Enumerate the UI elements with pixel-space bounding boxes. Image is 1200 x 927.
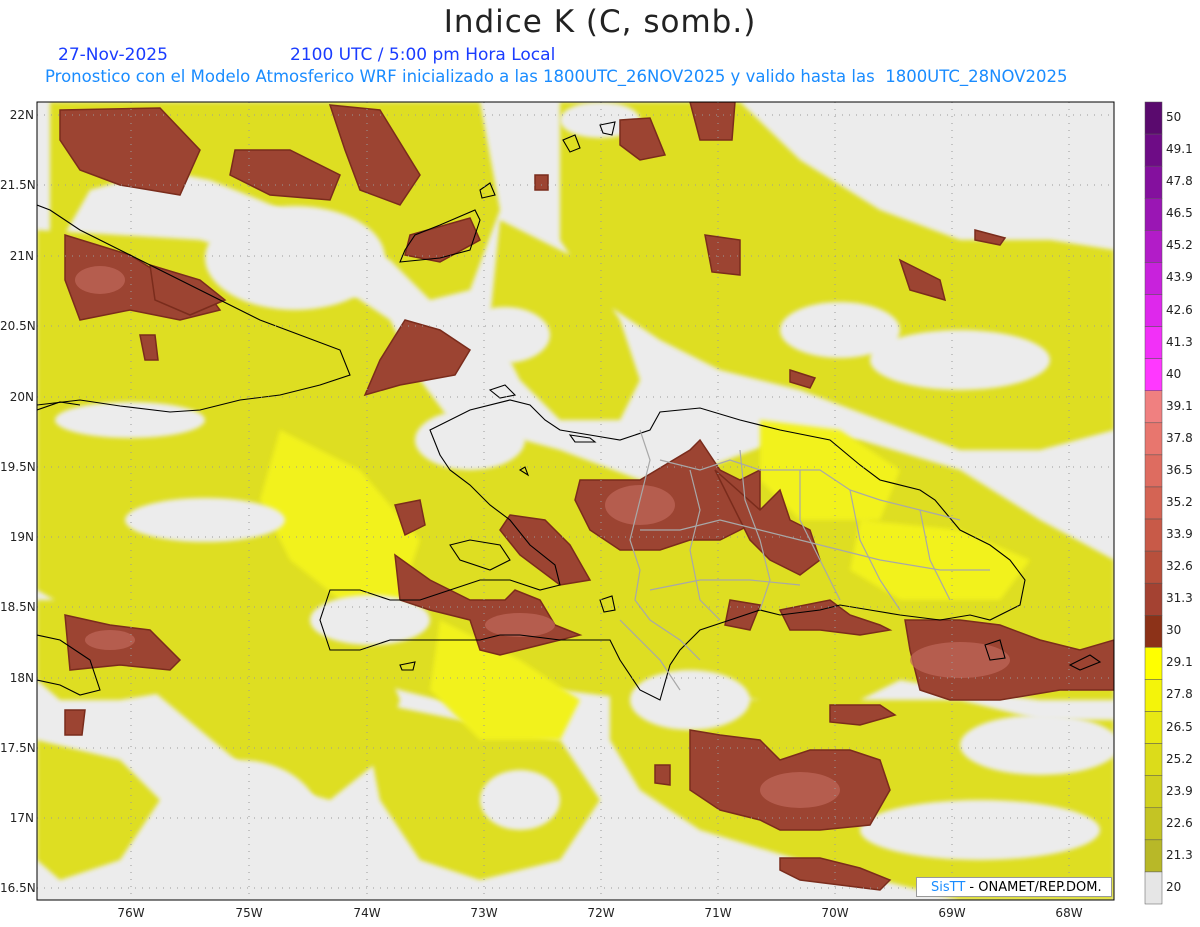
colorbar-label: 23.9 — [1166, 783, 1193, 798]
colorbar-label: 33.9 — [1166, 527, 1193, 542]
colorbar-swatch — [1144, 775, 1163, 809]
colorbar-swatch — [1144, 133, 1163, 167]
lat-label: 19.5N — [0, 460, 36, 474]
colorbar-swatch — [1144, 422, 1163, 456]
colorbar-swatch — [1144, 390, 1163, 424]
colorbar-label: 29.1 — [1166, 655, 1193, 670]
colorbar-swatch — [1144, 294, 1163, 327]
colorbar-swatch — [1144, 807, 1163, 841]
colorbar-swatch — [1144, 101, 1163, 135]
colorbar-label: 35.2 — [1166, 495, 1193, 509]
colorbar-swatch — [1144, 550, 1163, 584]
colorbar-label: 25.2 — [1166, 751, 1193, 766]
lon-label: 68W — [1055, 906, 1083, 920]
lon-label: 70W — [821, 906, 849, 920]
lat-label: 20N — [9, 390, 34, 404]
lat-label: 16.5N — [0, 881, 36, 895]
colorbar-label: 45.2 — [1166, 238, 1193, 253]
colorbar-label: 41.3 — [1166, 334, 1193, 349]
colorbar-swatch — [1144, 326, 1163, 359]
colorbar-swatch — [1144, 197, 1163, 231]
colorbar-swatch — [1144, 647, 1163, 680]
lat-label: 21.5N — [0, 178, 36, 192]
colorbar-label: 36.5 — [1166, 462, 1193, 477]
colorbar-swatch — [1144, 262, 1163, 295]
k-index-map — [36, 101, 1163, 905]
colorbar-swatch — [1144, 230, 1163, 263]
colorbar-label: 43.9 — [1166, 270, 1193, 285]
colorbar-label: 30 — [1166, 623, 1182, 638]
colorbar-swatch — [1144, 615, 1163, 648]
colorbar-label: 40 — [1166, 366, 1182, 381]
lat-label: 19N — [9, 530, 34, 544]
lat-label: 22N — [9, 108, 34, 122]
lat-label: 18N — [9, 671, 34, 685]
colorbar-swatch — [1144, 518, 1163, 552]
credit-brand: SisTT — [931, 880, 966, 895]
colorbar-label: 50 — [1166, 110, 1182, 125]
lon-label: 72W — [587, 906, 615, 920]
colorbar-label: 27.8 — [1166, 687, 1193, 702]
lon-label: 76W — [117, 906, 145, 920]
colorbar-label: 46.5 — [1166, 206, 1193, 221]
lat-label: 17N — [9, 811, 34, 825]
lat-label: 21N — [9, 249, 34, 263]
credit-org: - ONAMET/REP.DOM. — [965, 880, 1102, 895]
colorbar-label: 22.6 — [1166, 815, 1193, 830]
colorbar-label: 26.5 — [1166, 719, 1193, 734]
credit-box: SisTT - ONAMET/REP.DOM. — [916, 877, 1112, 897]
lat-label: 20.5N — [0, 319, 36, 333]
lat-label: 18.5N — [0, 600, 36, 614]
colorbar-swatch — [1144, 711, 1163, 744]
colorbar-swatch — [1144, 165, 1163, 199]
colorbar-swatch — [1144, 839, 1163, 873]
colorbar-label: 37.8 — [1166, 430, 1193, 445]
colorbar-swatch — [1144, 679, 1163, 712]
colorbar-label: 32.6 — [1166, 559, 1193, 574]
lon-label: 74W — [353, 906, 381, 920]
colorbar-label: 20 — [1166, 879, 1182, 894]
colorbar-label: 42.6 — [1166, 302, 1193, 317]
colorbar-swatch — [1144, 486, 1163, 520]
lon-label: 71W — [704, 906, 732, 920]
colorbar-swatch — [1144, 871, 1163, 905]
colorbar-label: 39.1 — [1166, 398, 1193, 413]
colorbar-label: 47.8 — [1166, 174, 1193, 189]
colorbar-label: 21.3 — [1166, 847, 1193, 862]
colorbar-swatch — [1144, 454, 1163, 488]
colorbar-swatch — [1144, 582, 1163, 616]
colorbar-label: 31.3 — [1166, 591, 1193, 606]
lon-label: 73W — [470, 906, 498, 920]
colorbar — [1144, 101, 1163, 905]
colorbar-label: 49.1 — [1166, 142, 1193, 157]
lon-label: 75W — [235, 906, 263, 920]
lat-label: 17.5N — [0, 741, 36, 755]
colorbar-swatch — [1144, 743, 1163, 776]
lon-label: 69W — [938, 906, 966, 920]
colorbar-swatch — [1144, 358, 1163, 391]
